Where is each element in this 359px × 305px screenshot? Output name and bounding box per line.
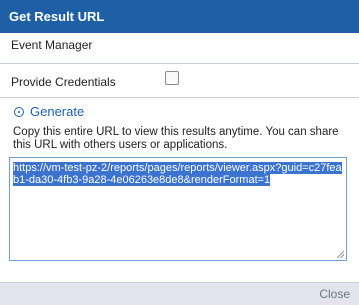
generate-label: Generate (30, 104, 85, 119)
provide-credentials-checkbox[interactable] (165, 71, 179, 85)
close-button[interactable]: Close (319, 287, 350, 301)
event-manager-row: Event Manager (0, 33, 359, 64)
dialog-footer: Close (0, 282, 359, 305)
resize-grip-icon[interactable] (337, 251, 344, 258)
provide-credentials-label: Provide Credentials (11, 75, 116, 89)
generate-icon (14, 106, 24, 117)
url-selected-text: https://vm-test-pz-2/reports/pages/repor… (13, 162, 342, 186)
event-manager-label: Event Manager (11, 38, 93, 52)
generate-button[interactable]: Generate (14, 104, 84, 119)
section-divider (0, 97, 359, 98)
url-textarea[interactable]: https://vm-test-pz-2/reports/pages/repor… (9, 157, 347, 261)
copy-instructions: Copy this entire URL to view this result… (13, 126, 339, 151)
get-result-url-dialog: Get Result URL Event Manager Provide Cre… (0, 0, 359, 305)
dialog-title: Get Result URL (0, 0, 359, 33)
